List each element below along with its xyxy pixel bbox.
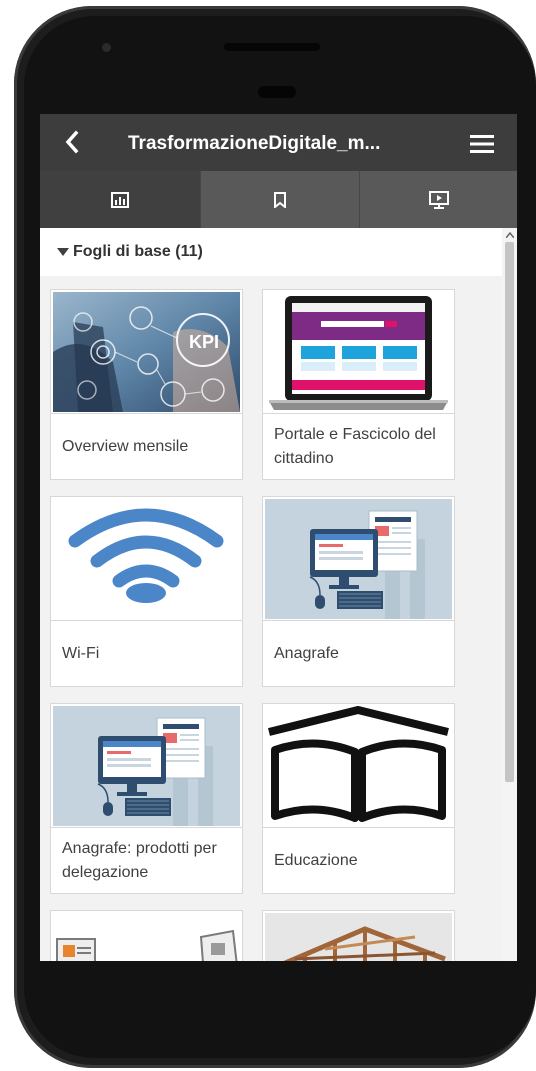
wifi-image <box>53 499 240 619</box>
svg-text:KPI: KPI <box>189 332 219 352</box>
sheet-label: Overview mensile <box>51 413 242 479</box>
sheet-list: Fogli di base (11) KPI Overview mensile … <box>40 228 502 961</box>
documents-image <box>53 913 240 961</box>
section-label: Fogli di base (11) <box>73 243 203 260</box>
tab-sheets[interactable] <box>40 171 200 228</box>
sheet-card[interactable]: Anagrafe <box>262 496 455 687</box>
sheet-label: Wi-Fi <box>51 620 242 686</box>
sheet-card[interactable] <box>50 910 243 961</box>
sheet-label: Educazione <box>263 827 454 893</box>
sheet-card[interactable]: Anagrafe: prodotti per delegazione <box>50 703 243 894</box>
sheet-label: Portale e Fascicolo del cittadino <box>263 413 454 479</box>
scroll-thumb[interactable] <box>505 242 514 782</box>
sheet-card[interactable]: Wi-Fi <box>50 496 243 687</box>
tab-stories[interactable] <box>359 171 517 228</box>
house-construction-image <box>265 913 452 961</box>
sheet-card[interactable]: Educazione <box>262 703 455 894</box>
bookmark-icon <box>274 191 286 208</box>
scroll-up-arrow[interactable] <box>505 230 514 239</box>
computer-desk-illustration <box>265 499 452 619</box>
proximity-sensor <box>258 86 296 98</box>
story-icon <box>428 190 449 209</box>
tab-bar <box>40 171 517 228</box>
sheet-card[interactable]: Portale e Fascicolo del cittadino <box>262 289 455 480</box>
menu-button[interactable] <box>464 126 500 162</box>
chevron-left-icon <box>65 130 79 154</box>
laptop-website-image <box>265 292 452 412</box>
sheets-icon <box>111 191 129 208</box>
hamburger-menu-icon <box>470 135 494 153</box>
app-header: TrasformazioneDigitale_m... <box>40 114 517 171</box>
back-button[interactable] <box>54 124 90 160</box>
computer-desk-illustration <box>53 706 240 826</box>
tab-bookmarks[interactable] <box>200 171 359 228</box>
front-camera <box>102 43 111 52</box>
section-header[interactable]: Fogli di base (11) <box>40 228 502 276</box>
sheet-label: Anagrafe <box>263 620 454 686</box>
sheet-card[interactable] <box>262 910 455 961</box>
scrollbar[interactable] <box>502 228 517 961</box>
kpi-business-image: KPI <box>53 292 240 412</box>
caret-up-icon <box>505 231 514 238</box>
earpiece-speaker <box>224 43 320 51</box>
open-book-image <box>265 706 452 826</box>
caret-down-icon <box>57 248 69 256</box>
sheet-card[interactable]: KPI Overview mensile <box>50 289 243 480</box>
sheet-label: Anagrafe: prodotti per delegazione <box>51 827 242 893</box>
app-screen: TrasformazioneDigitale_m... Fogli di bas… <box>40 114 517 961</box>
app-title: TrasformazioneDigitale_m... <box>128 133 381 154</box>
